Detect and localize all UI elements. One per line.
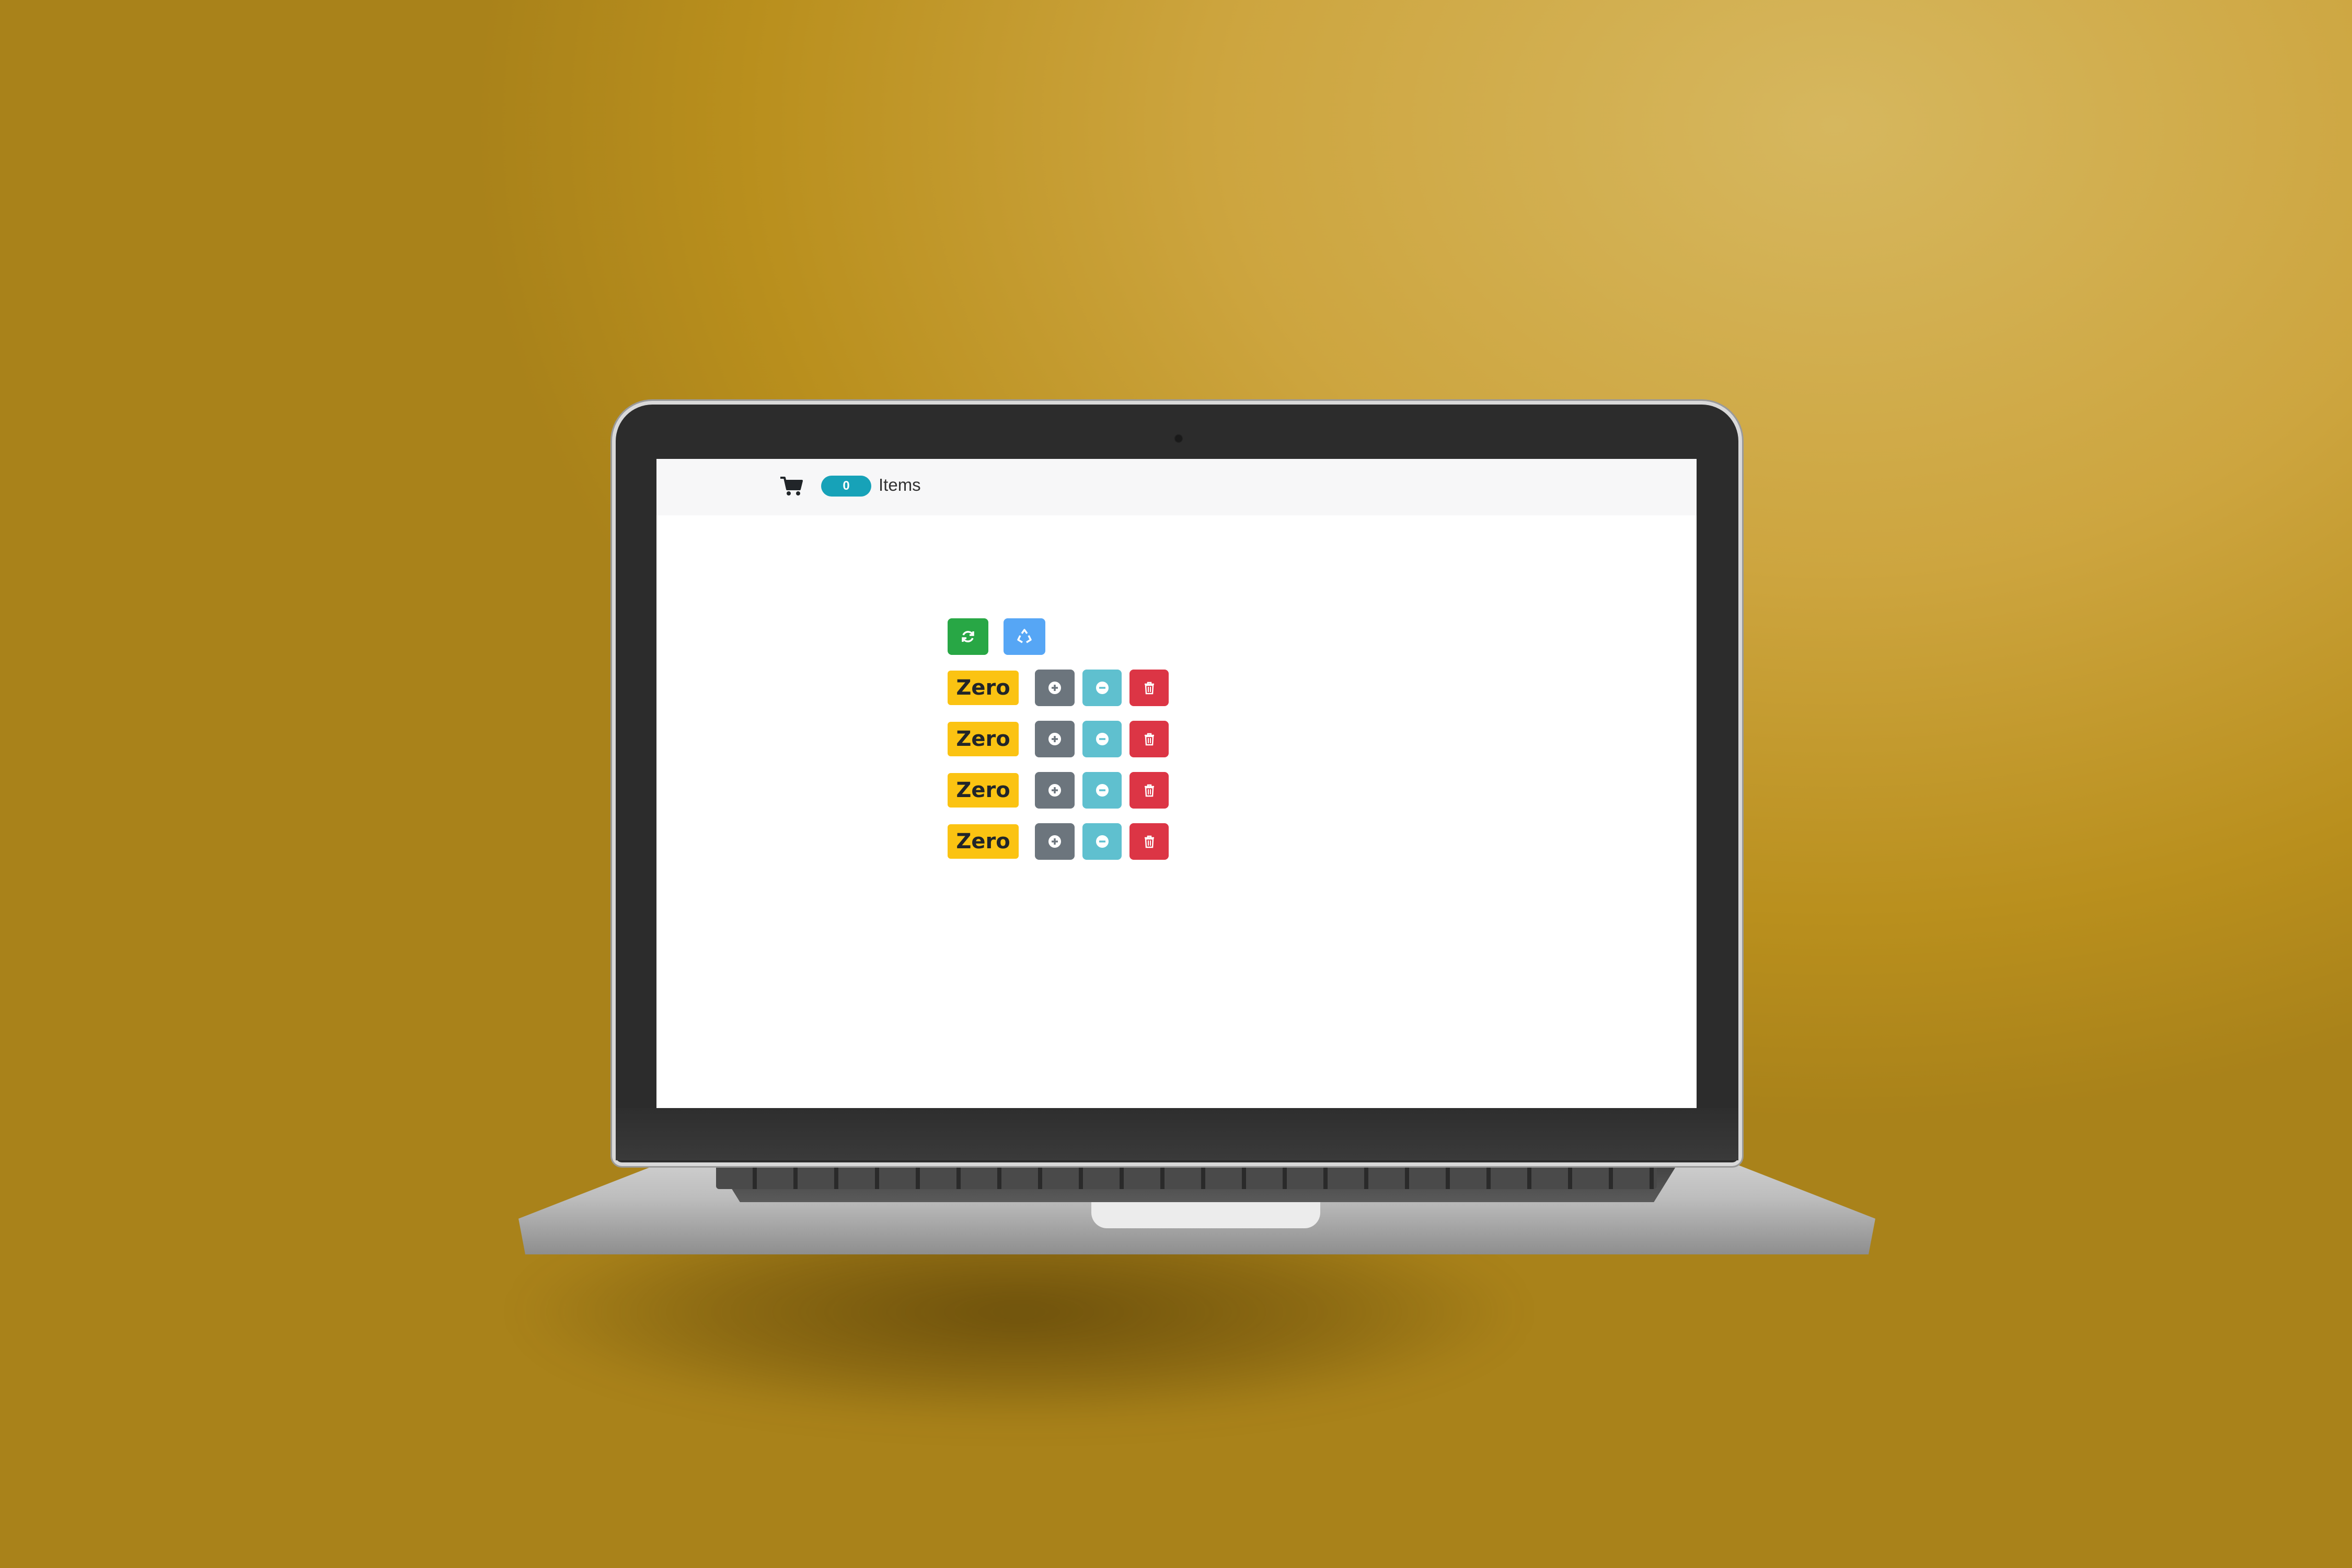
refresh-icon (960, 629, 976, 644)
plus-circle-icon (1048, 783, 1062, 797)
laptop-notch (1091, 1202, 1320, 1228)
navbar: 0 Items (656, 459, 1697, 515)
recycle-button[interactable] (1004, 618, 1045, 655)
increment-button[interactable] (1035, 772, 1075, 809)
delete-button[interactable] (1129, 721, 1169, 757)
plus-circle-icon (1048, 732, 1062, 746)
plus-circle-icon (1048, 835, 1062, 848)
recycle-icon (1016, 628, 1033, 645)
counter-value-badge: Zero (948, 671, 1019, 705)
delete-button[interactable] (1129, 772, 1169, 809)
decrement-button[interactable] (1082, 721, 1122, 757)
counter-value-badge: Zero (948, 824, 1019, 859)
minus-circle-icon (1096, 835, 1109, 848)
decrement-button[interactable] (1082, 670, 1122, 706)
trash-icon (1144, 732, 1155, 746)
webcam (1174, 434, 1183, 443)
app-screen: 0 Items Zero Zero Zero Zero (656, 459, 1697, 1108)
increment-button[interactable] (1035, 823, 1075, 860)
refresh-button[interactable] (948, 618, 988, 655)
laptop-hinge (616, 1108, 1738, 1160)
minus-circle-icon (1096, 681, 1109, 695)
increment-button[interactable] (1035, 721, 1075, 757)
cart-icon (780, 476, 803, 497)
minus-circle-icon (1096, 783, 1109, 797)
plus-circle-icon (1048, 681, 1062, 695)
delete-button[interactable] (1129, 823, 1169, 860)
counter-value-badge: Zero (948, 773, 1019, 808)
trash-icon (1144, 681, 1155, 695)
trash-icon (1144, 835, 1155, 848)
counter-value-badge: Zero (948, 722, 1019, 756)
items-label: Items (879, 475, 921, 494)
delete-button[interactable] (1129, 670, 1169, 706)
decrement-button[interactable] (1082, 772, 1122, 809)
decrement-button[interactable] (1082, 823, 1122, 860)
cart-count-badge: 0 (821, 476, 871, 497)
trash-icon (1144, 783, 1155, 797)
minus-circle-icon (1096, 732, 1109, 746)
increment-button[interactable] (1035, 670, 1075, 706)
